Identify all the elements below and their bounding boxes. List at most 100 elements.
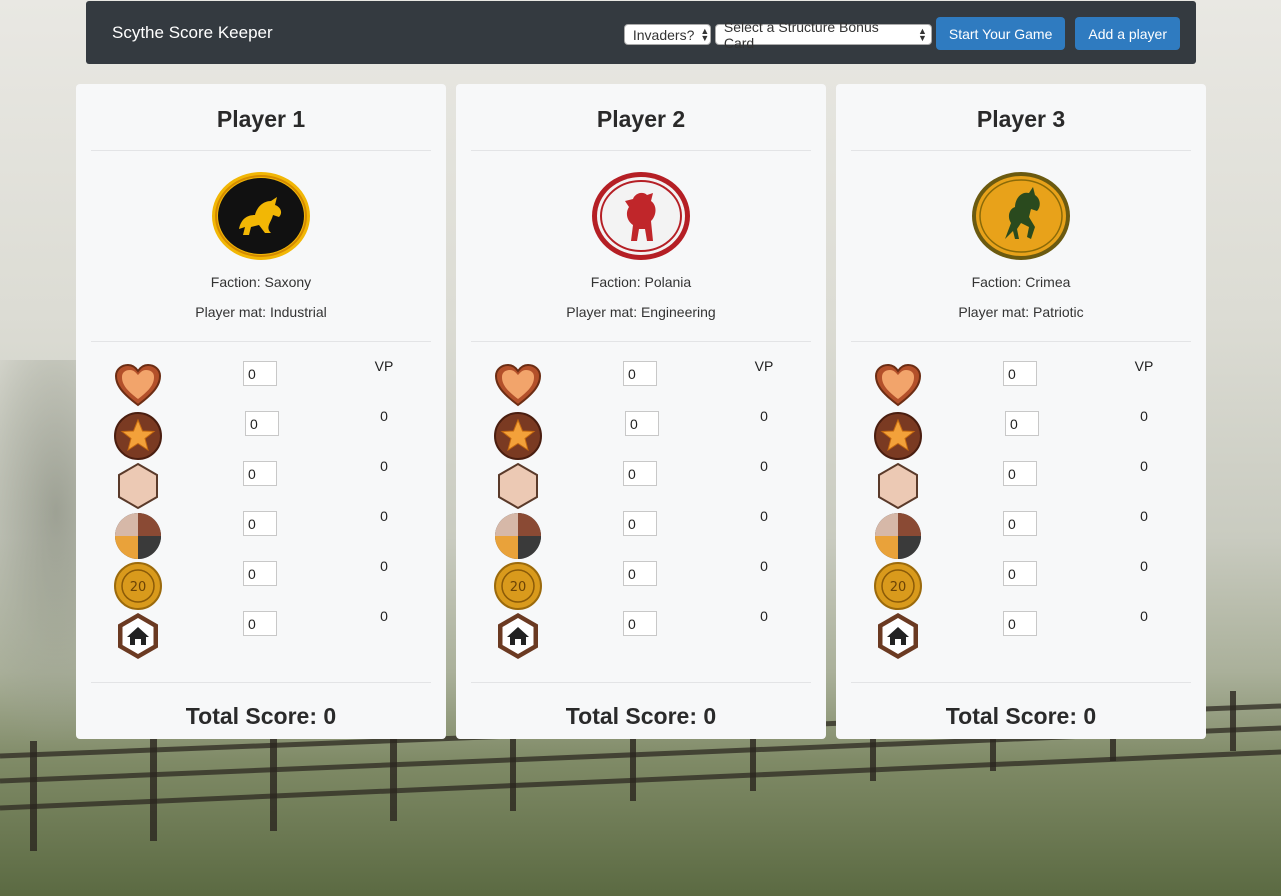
divider <box>91 341 431 342</box>
score-row: 00 <box>836 508 1206 561</box>
player-mat-label: Player mat: Engineering <box>566 304 716 320</box>
score-input[interactable]: 0 <box>1003 461 1037 486</box>
vp-value: 0 <box>1140 558 1148 574</box>
score-row: 00 <box>456 408 826 461</box>
coin-icon: 20 <box>494 562 542 610</box>
invaders-select-label: Invaders? <box>632 26 695 43</box>
divider <box>471 341 811 342</box>
vp-value: 0 <box>1140 458 1148 474</box>
svg-text:20: 20 <box>890 580 907 595</box>
vp-value: 0 <box>1140 508 1148 524</box>
score-input[interactable]: 0 <box>243 561 277 586</box>
vp-value: 0 <box>1140 608 1148 624</box>
score-row: 00 <box>456 608 826 661</box>
bear-emblem <box>592 172 690 260</box>
top-navbar: Scythe Score Keeper Invaders? ▲ ▼ Select … <box>86 1 1196 64</box>
score-input[interactable]: 0 <box>623 511 657 536</box>
score-row: 0 VP <box>456 358 826 411</box>
divider <box>471 150 811 151</box>
resources-icon <box>115 513 161 559</box>
player-card-3: Player 3 Faction: Crimea Player mat: Pat… <box>836 84 1206 739</box>
invaders-select[interactable]: Invaders? ▲ ▼ <box>623 24 711 45</box>
popularity-heart-icon <box>494 363 542 407</box>
score-input[interactable]: 0 <box>1003 561 1037 586</box>
coin-icon: 20 <box>114 562 162 610</box>
score-row: 20 0 0 <box>456 558 826 611</box>
faction-label: Faction: Polania <box>590 274 692 290</box>
app-title[interactable]: Scythe Score Keeper <box>112 23 273 43</box>
player-mat-label: Player mat: Industrial <box>195 304 327 320</box>
coin-icon: 20 <box>874 562 922 610</box>
score-input[interactable]: 0 <box>1003 511 1037 536</box>
player-card-2: Player 2 Faction: Polania Player mat: En… <box>456 84 826 739</box>
vp-value: 0 <box>380 558 388 574</box>
score-row: 0 VP <box>836 358 1206 411</box>
structure-bonus-icon <box>118 613 158 659</box>
vp-value: 0 <box>380 508 388 524</box>
vp-value: 0 <box>760 458 768 474</box>
score-row: 00 <box>836 458 1206 511</box>
select-arrows-icon: ▲ ▼ <box>917 25 927 43</box>
structure-bonus-icon <box>498 613 538 659</box>
vp-value: 0 <box>760 608 768 624</box>
resources-icon <box>495 513 541 559</box>
total-score: Total Score: 0 <box>185 703 337 729</box>
divider <box>91 150 431 151</box>
star-icon <box>114 412 162 460</box>
score-row: 00 <box>76 608 446 661</box>
vp-value: 0 <box>380 458 388 474</box>
divider <box>851 341 1191 342</box>
svg-text:20: 20 <box>510 580 527 595</box>
divider <box>851 682 1191 683</box>
nav-controls: Invaders? ▲ ▼ Select a Structure Bonus Ca… <box>623 17 1180 51</box>
score-input[interactable]: 0 <box>243 511 277 536</box>
score-input[interactable]: 0 <box>625 411 659 436</box>
player-name: Player 1 <box>216 106 306 132</box>
score-input[interactable]: 0 <box>1003 611 1037 636</box>
score-input[interactable]: 0 <box>245 411 279 436</box>
horse-emblem <box>972 172 1070 260</box>
score-input[interactable]: 0 <box>623 461 657 486</box>
start-game-button[interactable]: Start Your Game <box>935 17 1066 50</box>
vp-value: 0 <box>1140 408 1148 424</box>
total-score: Total Score: 0 <box>565 703 717 729</box>
vp-header: VP <box>374 358 394 374</box>
score-row: 00 <box>76 408 446 461</box>
structure-bonus-select[interactable]: Select a Structure Bonus Card ▲ ▼ <box>714 19 932 51</box>
structure-bonus-icon <box>878 613 918 659</box>
territory-hex-icon <box>878 462 918 510</box>
score-input[interactable]: 0 <box>1003 361 1037 386</box>
score-input[interactable]: 0 <box>243 361 277 386</box>
faction-label: Faction: Crimea <box>971 274 1071 290</box>
vp-header: VP <box>754 358 774 374</box>
vp-value: 0 <box>380 408 388 424</box>
score-input[interactable]: 0 <box>623 361 657 386</box>
vp-header: VP <box>1134 358 1154 374</box>
player-name: Player 3 <box>976 106 1066 132</box>
score-input[interactable]: 0 <box>623 611 657 636</box>
territory-hex-icon <box>118 462 158 510</box>
score-input[interactable]: 0 <box>1005 411 1039 436</box>
star-icon <box>874 412 922 460</box>
star-icon <box>494 412 542 460</box>
score-row: 00 <box>456 458 826 511</box>
territory-hex-icon <box>498 462 538 510</box>
score-row: 00 <box>456 508 826 561</box>
divider <box>91 682 431 683</box>
divider <box>851 150 1191 151</box>
add-player-button[interactable]: Add a player <box>1075 17 1180 50</box>
popularity-heart-icon <box>114 363 162 407</box>
select-arrows-icon: ▲ ▼ <box>700 25 710 43</box>
wolf-emblem <box>212 172 310 260</box>
player-card-1: Player 1 Faction: Saxony Player mat: Ind… <box>76 84 446 739</box>
score-input[interactable]: 0 <box>623 561 657 586</box>
score-row: 20 0 0 <box>76 558 446 611</box>
vp-value: 0 <box>760 408 768 424</box>
resources-icon <box>875 513 921 559</box>
svg-text:20: 20 <box>130 580 147 595</box>
score-input[interactable]: 0 <box>243 611 277 636</box>
structure-bonus-select-label: Select a Structure Bonus Card <box>723 18 879 51</box>
score-row: 00 <box>836 408 1206 461</box>
player-name: Player 2 <box>596 106 686 132</box>
score-input[interactable]: 0 <box>243 461 277 486</box>
